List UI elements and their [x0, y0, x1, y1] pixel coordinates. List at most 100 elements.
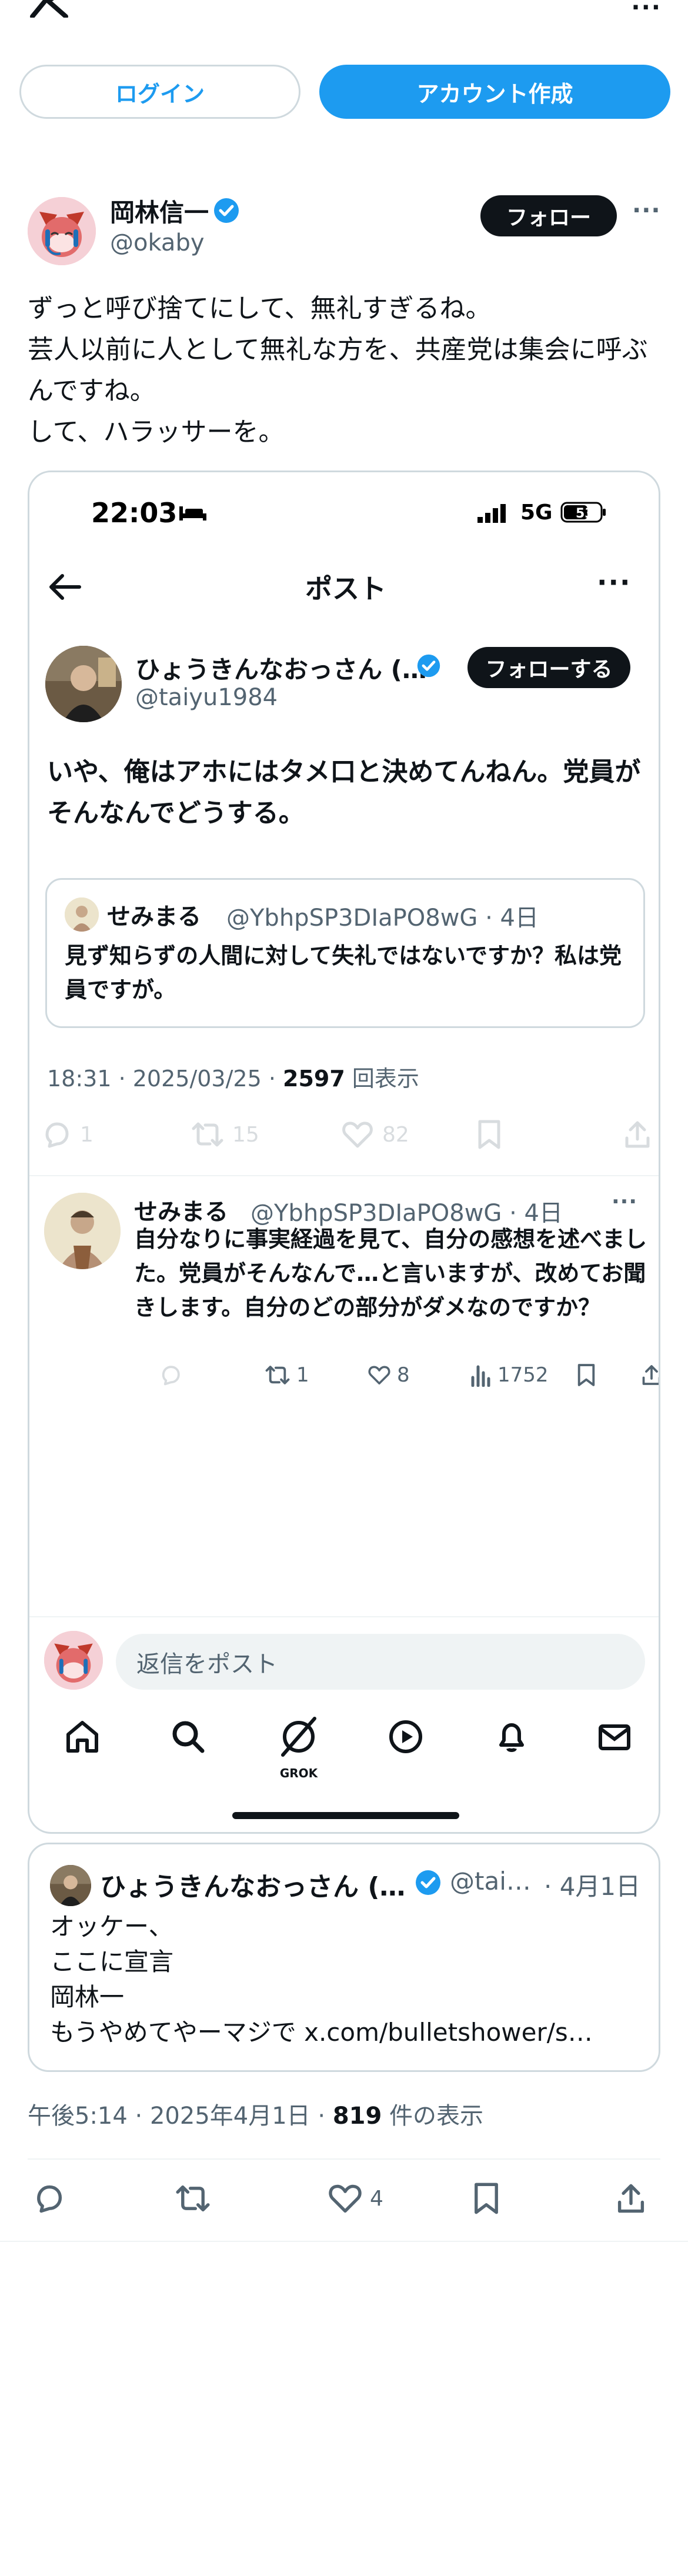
signal-icon — [476, 503, 508, 524]
repost-count: 15 — [232, 1122, 259, 1147]
like-action[interactable]: 8 — [368, 1363, 410, 1387]
quoted-post[interactable]: せみまる @YbhpSP3DIaPO8wG · 4日 見ず知らずの人間に対して失… — [45, 878, 645, 1028]
heart-icon — [329, 2184, 362, 2213]
quoted-author-handle: @YbhpSP3DIaPO8wG · 4日 — [226, 905, 539, 932]
quoted-author-handle: @tai… — [450, 1867, 531, 1896]
post-text: ずっと呼び捨てにして、無礼すぎるね。 芸人以前に人として無礼な方を、共産党は集会… — [28, 293, 648, 447]
more-options-icon[interactable]: ··· — [631, 0, 662, 21]
view-count: 2597 — [283, 1066, 345, 1092]
post-more-icon[interactable]: ··· — [632, 197, 661, 224]
follow-button[interactable]: フォローする — [467, 647, 630, 688]
like-count: 4 — [370, 2186, 383, 2211]
divider — [29, 1175, 659, 1176]
quoted-post[interactable]: ひょうきんなおっさん (… @tai… · 4月1日 オッケー、 ここに宣言 岡… — [28, 1843, 660, 2072]
repost-button[interactable] — [175, 2182, 211, 2215]
grok-label: GROK — [279, 1766, 318, 1780]
home-indicator — [232, 1812, 459, 1819]
network-label: 5G — [520, 500, 553, 525]
like-count: 82 — [382, 1122, 409, 1147]
bookmark-action[interactable] — [576, 1363, 596, 1387]
avatar — [65, 897, 99, 932]
status-time: 22:03 — [91, 497, 178, 529]
view-label: 回表示 — [345, 1066, 419, 1092]
like-button[interactable]: 4 — [328, 2182, 383, 2215]
reply-icon — [45, 1122, 69, 1148]
embedded-image[interactable]: 22:03 5G 53 ポスト ··· ひょうきんなおっさん (… @taiyu… — [28, 471, 660, 1834]
home-icon[interactable] — [59, 1713, 106, 1760]
avatar — [50, 1865, 91, 1906]
quoted-author-name: せみまる — [107, 903, 201, 930]
bookmark-icon — [478, 1120, 500, 1149]
quoted-text: オッケー、 ここに宣言 岡林一 もうやめてやーマジで x.com/bullets… — [50, 1912, 593, 2047]
post-timestamp[interactable]: 午後5:14 · 2025年4月1日 · — [28, 2103, 333, 2130]
divider — [29, 1616, 659, 1617]
verified-badge-icon — [416, 653, 441, 678]
views-count: 1752 — [497, 1363, 549, 1387]
quoted-date: · 4月1日 — [544, 1872, 641, 1901]
signup-button[interactable]: アカウント作成 — [319, 65, 670, 119]
divider — [0, 2241, 688, 2242]
avatar — [44, 1631, 103, 1690]
reply-action[interactable] — [159, 1363, 182, 1387]
avatar[interactable] — [44, 1193, 121, 1269]
avatar[interactable] — [45, 646, 122, 722]
bookmark-action[interactable] — [476, 1119, 502, 1150]
repost-icon — [265, 1366, 290, 1384]
heart-icon — [368, 1366, 390, 1385]
like-action[interactable]: 82 — [341, 1119, 409, 1150]
battery-level: 53 — [576, 506, 594, 521]
analytics-icon — [471, 1365, 490, 1387]
repost-action[interactable]: 15 — [191, 1119, 259, 1150]
share-action[interactable] — [641, 1363, 659, 1387]
mail-icon[interactable] — [591, 1713, 638, 1760]
action-bar: 1 15 82 — [41, 1119, 653, 1154]
more-options-icon[interactable]: ··· — [597, 566, 631, 598]
reply-action[interactable]: 1 — [41, 1119, 93, 1150]
search-icon[interactable] — [165, 1713, 212, 1760]
follow-button[interactable]: フォロー — [480, 195, 617, 236]
heart-icon — [342, 1122, 373, 1148]
share-icon — [625, 1121, 650, 1148]
bookmark-icon — [577, 1364, 595, 1386]
bell-icon[interactable] — [488, 1713, 535, 1760]
author-name[interactable]: 岡林信一 — [110, 193, 209, 229]
reply-button[interactable] — [32, 2182, 65, 2215]
bookmark-icon — [475, 2183, 498, 2214]
video-icon[interactable] — [382, 1713, 429, 1760]
author-name[interactable]: ひょうきんなおっさん (… — [135, 650, 427, 686]
login-button[interactable]: ログイン — [19, 65, 300, 119]
share-icon — [642, 1365, 659, 1385]
post-meta: 18:31 · 2025/03/25 · 2597 回表示 — [47, 1060, 419, 1093]
like-count: 8 — [397, 1363, 410, 1387]
reply-count: 1 — [80, 1122, 93, 1147]
share-icon — [617, 2184, 644, 2213]
tab-bar: GROK — [29, 1707, 659, 1784]
avatar[interactable] — [28, 197, 96, 265]
views-action[interactable]: 1752 — [470, 1363, 549, 1387]
reply-more-icon[interactable]: ··· — [612, 1190, 637, 1214]
repost-action[interactable]: 1 — [265, 1363, 309, 1387]
reply-input[interactable]: 返信をポスト — [116, 1634, 645, 1690]
verified-badge-icon — [213, 197, 240, 224]
grok-icon[interactable] — [275, 1713, 322, 1760]
verified-badge-icon — [415, 1869, 442, 1896]
battery-icon: 53 — [560, 502, 607, 523]
author-handle[interactable]: @okaby — [110, 229, 205, 256]
author-handle[interactable]: @taiyu1984 — [135, 684, 278, 711]
repost-icon — [176, 2185, 210, 2212]
x-logo-icon[interactable] — [29, 0, 71, 18]
bookmark-button[interactable] — [472, 2182, 500, 2215]
view-label: 件の表示 — [382, 2103, 484, 2130]
action-bar: 4 — [28, 2182, 660, 2223]
post-text: いや、俺はアホにはタメ口と決めてんねん。党員がそんなんでどうする。 — [47, 757, 641, 828]
repost-icon — [192, 1122, 223, 1147]
quoted-text: 見ず知らずの人間に対して失礼ではないですか？私は党員ですが。 — [65, 943, 622, 1003]
quoted-author-name: ひょうきんなおっさん (… — [100, 1872, 406, 1902]
reply-action-bar: 1 8 1752 — [129, 1363, 659, 1399]
divider — [28, 2158, 660, 2160]
repost-count: 1 — [296, 1363, 309, 1387]
share-button[interactable] — [616, 2182, 646, 2215]
reply-text: 自分なりに事実経過を見て、自分の感想を述べました。党員がそんなんで…と言いますが… — [134, 1226, 647, 1320]
post-meta: 午後5:14 · 2025年4月1日 · 819 件の表示 — [28, 2097, 483, 2131]
share-action[interactable] — [623, 1119, 652, 1150]
